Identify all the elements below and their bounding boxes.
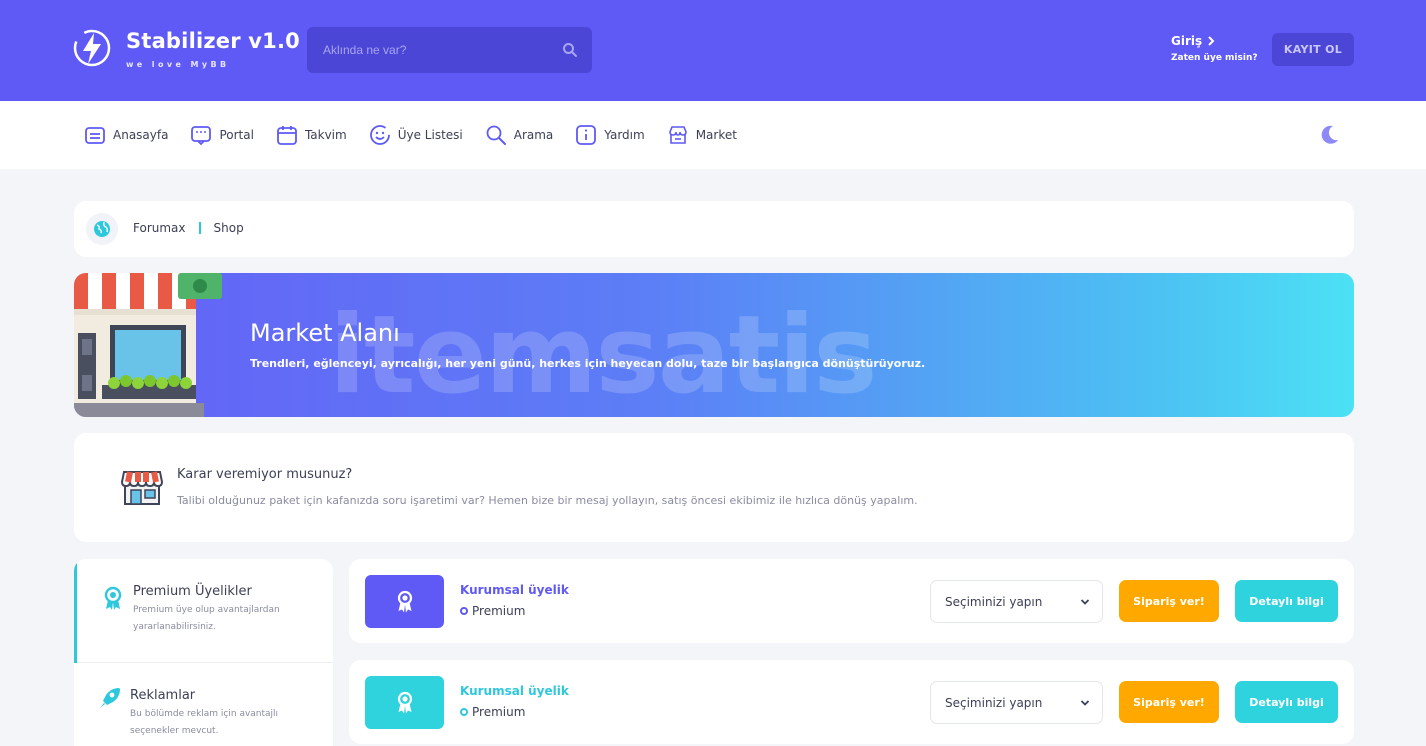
plan-select[interactable]: Seçiminizi yapın	[930, 681, 1103, 724]
market-banner: itemsatis Market Alanı Trendleri, eğlenc…	[74, 273, 1354, 417]
tag-dot	[460, 708, 468, 716]
calendar-icon	[277, 126, 297, 145]
category-sidebar: Premium Üyelikler Premium üye olup avant…	[74, 559, 333, 746]
banner-title: Market Alanı	[250, 319, 400, 347]
order-button[interactable]: Sipariş ver!	[1119, 580, 1219, 622]
search-input[interactable]	[307, 27, 547, 73]
breadcrumb-item-forumax[interactable]: Forumax	[133, 221, 186, 235]
breadcrumb-item-shop[interactable]: Shop	[214, 221, 244, 235]
sidebar-item-premium[interactable]: Premium Üyelikler Premium üye olup avant…	[74, 559, 333, 663]
info-icon	[576, 125, 597, 145]
banner-watermark: itemsatis	[329, 293, 878, 417]
login-subtitle: Zaten üye misin?	[1171, 53, 1258, 63]
nav-label: Arama	[513, 128, 554, 142]
portal-icon	[191, 126, 212, 146]
nav-item-search[interactable]: Arama	[485, 123, 554, 147]
info-title: Karar veremiyor musunuz?	[177, 467, 353, 482]
nav-item-members[interactable]: Üye Listesi	[369, 123, 463, 147]
plan-select[interactable]: Seçiminizi yapın	[930, 580, 1103, 623]
globe-icon	[86, 213, 118, 245]
order-button[interactable]: Sipariş ver!	[1119, 681, 1219, 723]
register-button[interactable]: KAYIT OL	[1272, 33, 1354, 66]
site-logo[interactable]: Stabilizer v1.0 we love MyBB	[72, 28, 300, 69]
nav-item-help[interactable]: Yardım	[575, 123, 645, 147]
product-name[interactable]: Kurumsal üyelik	[460, 684, 569, 698]
login-link[interactable]: Giriş Zaten üye misin?	[1171, 34, 1258, 63]
details-button[interactable]: Detaylı bilgi	[1235, 580, 1338, 622]
nav-item-portal[interactable]: Portal	[190, 123, 254, 147]
rocket-icon	[100, 688, 120, 708]
search-icon[interactable]	[562, 42, 578, 58]
product-tag: Premium	[460, 705, 525, 719]
nav-label: Anasayfa	[113, 128, 169, 142]
details-button[interactable]: Detaylı bilgi	[1235, 681, 1338, 723]
chevron-right-icon	[1208, 36, 1215, 46]
product-tag-label: Premium	[472, 604, 526, 618]
nav-label: Takvim	[304, 128, 347, 142]
plan-select-value: Seçiminizi yapın	[945, 695, 1043, 710]
chevron-down-icon	[1080, 599, 1090, 605]
sidebar-item-description: Bu bölümde reklam için avantajlı seçenek…	[130, 709, 279, 736]
nav-item-home[interactable]: Anasayfa	[84, 123, 168, 147]
product-badge	[365, 676, 444, 729]
tag-dot	[460, 607, 468, 615]
product-card: Kurumsal üyelik Premium Seçiminizi yapın…	[349, 559, 1354, 643]
lightning-logo-icon	[73, 29, 111, 67]
moon-icon[interactable]	[1317, 123, 1341, 147]
product-badge	[365, 575, 444, 628]
award-icon	[104, 586, 122, 610]
shop-icon	[121, 471, 163, 505]
nav-item-calendar[interactable]: Takvim	[276, 123, 347, 147]
info-description: Talibi olduğunuz paket için kafanızda so…	[177, 494, 918, 507]
top-header: Stabilizer v1.0 we love MyBB Giriş Zaten…	[0, 0, 1426, 101]
sidebar-item-ads[interactable]: Reklamlar Bu bölümde reklam için avantaj…	[74, 663, 333, 746]
search-icon	[486, 125, 506, 145]
product-card: Kurumsal üyelik Premium Seçiminizi yapın…	[349, 660, 1354, 744]
nav-label: Portal	[219, 128, 254, 142]
product-tag: Premium	[460, 604, 525, 618]
breadcrumb: Forumax Shop	[74, 201, 1354, 257]
nav-label: Yardım	[604, 128, 645, 142]
storefront-illustration	[74, 273, 222, 417]
store-icon	[668, 126, 687, 144]
home-icon	[85, 127, 105, 144]
chevron-down-icon	[1080, 700, 1090, 706]
smile-icon	[369, 125, 390, 145]
product-tag-label: Premium	[472, 705, 526, 719]
nav-item-market[interactable]: Market	[667, 123, 737, 147]
breadcrumb-separator	[198, 222, 201, 234]
search-box	[307, 27, 592, 73]
sidebar-item-title: Premium Üyelikler	[133, 584, 252, 599]
info-card: Karar veremiyor musunuz? Talibi olduğunu…	[74, 433, 1354, 542]
banner-description: Trendleri, eğlenceyi, ayrıcalığı, her ye…	[250, 357, 926, 370]
sidebar-item-description: Premium üye olup avantajlardan yararlana…	[133, 605, 280, 632]
logo-title: Stabilizer v1.0	[126, 29, 300, 53]
plan-select-value: Seçiminizi yapın	[945, 594, 1043, 609]
nav-label: Üye Listesi	[397, 128, 463, 142]
sidebar-item-title: Reklamlar	[130, 688, 196, 703]
product-name[interactable]: Kurumsal üyelik	[460, 583, 569, 597]
nav-label: Market	[695, 128, 737, 142]
logo-subtitle: we love MyBB	[126, 60, 230, 69]
main-nav: Anasayfa Portal Takvim Üye Listesi Arama…	[0, 101, 1426, 169]
award-icon	[397, 691, 412, 713]
login-label: Giriş	[1171, 34, 1203, 48]
award-icon	[397, 590, 412, 612]
